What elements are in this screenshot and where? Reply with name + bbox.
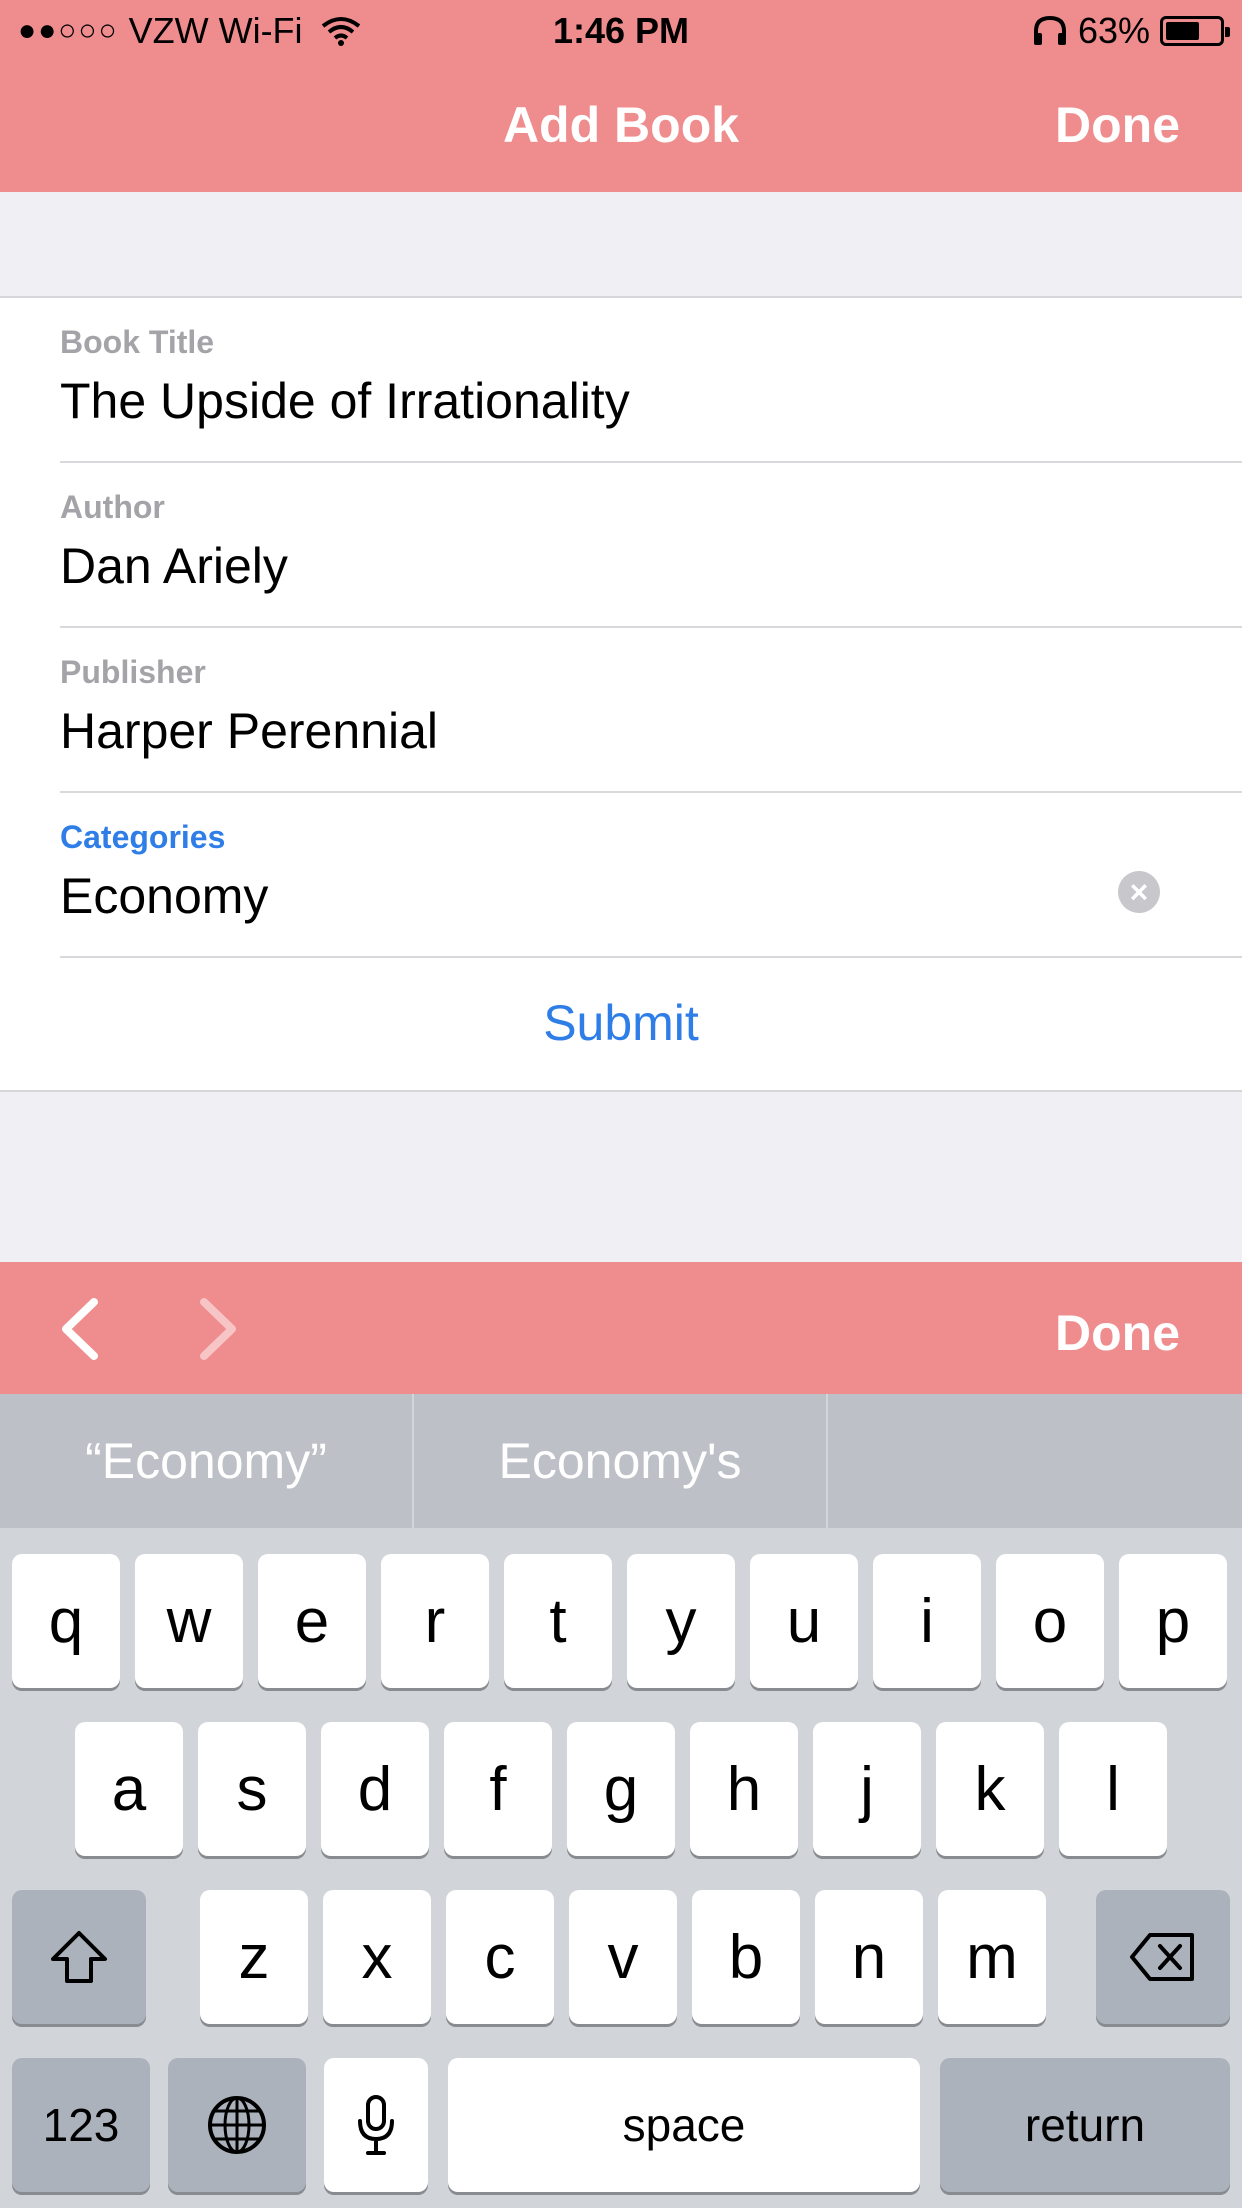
key-x[interactable]: x <box>323 1890 431 2024</box>
key-t[interactable]: t <box>504 1554 612 1688</box>
battery-icon <box>1160 16 1230 46</box>
numbers-key[interactable]: 123 <box>12 2058 150 2192</box>
battery-percent: 63% <box>1077 10 1150 51</box>
delete-icon[interactable] <box>1096 1890 1230 2024</box>
battery-fill <box>1166 22 1199 40</box>
book-title-field[interactable]: Book Title The Upside of Irrationality <box>60 298 1242 463</box>
key-c[interactable]: c <box>446 1890 554 2024</box>
key-e[interactable]: e <box>258 1554 366 1688</box>
globe-icon[interactable] <box>168 2058 306 2192</box>
status-bar: ●●○○○ VZW Wi-Fi 1:46 PM 63% <box>0 0 1242 60</box>
clear-text-icon[interactable]: × <box>1118 871 1160 913</box>
categories-label: Categories <box>60 819 226 855</box>
key-u[interactable]: u <box>750 1554 858 1688</box>
author-field[interactable]: Author Dan Ariely <box>60 463 1242 628</box>
key-r[interactable]: r <box>381 1554 489 1688</box>
next-field-chevron-icon[interactable] <box>192 1298 242 1360</box>
space-key[interactable]: space <box>448 2058 920 2192</box>
key-f[interactable]: f <box>444 1722 552 1856</box>
key-h[interactable]: h <box>690 1722 798 1856</box>
key-v[interactable]: v <box>569 1890 677 2024</box>
submit-button[interactable]: Submit <box>0 994 1242 1052</box>
key-j[interactable]: j <box>813 1722 921 1856</box>
publisher-input[interactable]: Harper Perennial <box>60 702 438 760</box>
key-s[interactable]: s <box>198 1722 306 1856</box>
headphones-icon <box>1032 15 1068 47</box>
prediction-1[interactable]: “Economy” <box>0 1394 414 1528</box>
add-book-form: Book Title The Upside of Irrationality A… <box>0 296 1242 1092</box>
publisher-label: Publisher <box>60 654 206 690</box>
key-o[interactable]: o <box>996 1554 1104 1688</box>
navigation-bar: Add Book Done <box>0 60 1242 192</box>
key-z[interactable]: z <box>200 1890 308 2024</box>
prediction-3[interactable] <box>828 1394 1242 1528</box>
key-y[interactable]: y <box>627 1554 735 1688</box>
predictive-bar: “Economy” Economy's <box>0 1394 1242 1528</box>
key-a[interactable]: a <box>75 1722 183 1856</box>
key-d[interactable]: d <box>321 1722 429 1856</box>
key-q[interactable]: q <box>12 1554 120 1688</box>
prediction-2[interactable]: Economy's <box>414 1394 828 1528</box>
microphone-icon[interactable] <box>324 2058 428 2192</box>
done-button[interactable]: Done <box>1055 96 1180 154</box>
key-g[interactable]: g <box>567 1722 675 1856</box>
book-title-input[interactable]: The Upside of Irrationality <box>60 372 630 430</box>
keyboard: “Economy” Economy's qwertyuiop asdfghjkl z… <box>0 1394 1242 2208</box>
previous-field-chevron-icon[interactable] <box>56 1298 106 1360</box>
key-i[interactable]: i <box>873 1554 981 1688</box>
battery-cap <box>1225 27 1230 37</box>
return-key[interactable]: return <box>940 2058 1230 2192</box>
key-k[interactable]: k <box>936 1722 1044 1856</box>
key-p[interactable]: p <box>1119 1554 1227 1688</box>
author-input[interactable]: Dan Ariely <box>60 537 288 595</box>
toolbar-done-button[interactable]: Done <box>1055 1304 1180 1362</box>
keyboard-toolbar: Done <box>0 1262 1242 1394</box>
publisher-field[interactable]: Publisher Harper Perennial <box>60 628 1242 793</box>
book-title-label: Book Title <box>60 324 215 360</box>
key-m[interactable]: m <box>938 1890 1046 2024</box>
shift-icon[interactable] <box>12 1890 146 2024</box>
key-b[interactable]: b <box>692 1890 800 2024</box>
status-right: 63% <box>1032 10 1230 52</box>
categories-input[interactable]: Economy <box>60 867 268 925</box>
key-n[interactable]: n <box>815 1890 923 2024</box>
author-label: Author <box>60 489 165 525</box>
categories-field[interactable]: Categories Economy × <box>60 793 1242 958</box>
key-w[interactable]: w <box>135 1554 243 1688</box>
key-l[interactable]: l <box>1059 1722 1167 1856</box>
